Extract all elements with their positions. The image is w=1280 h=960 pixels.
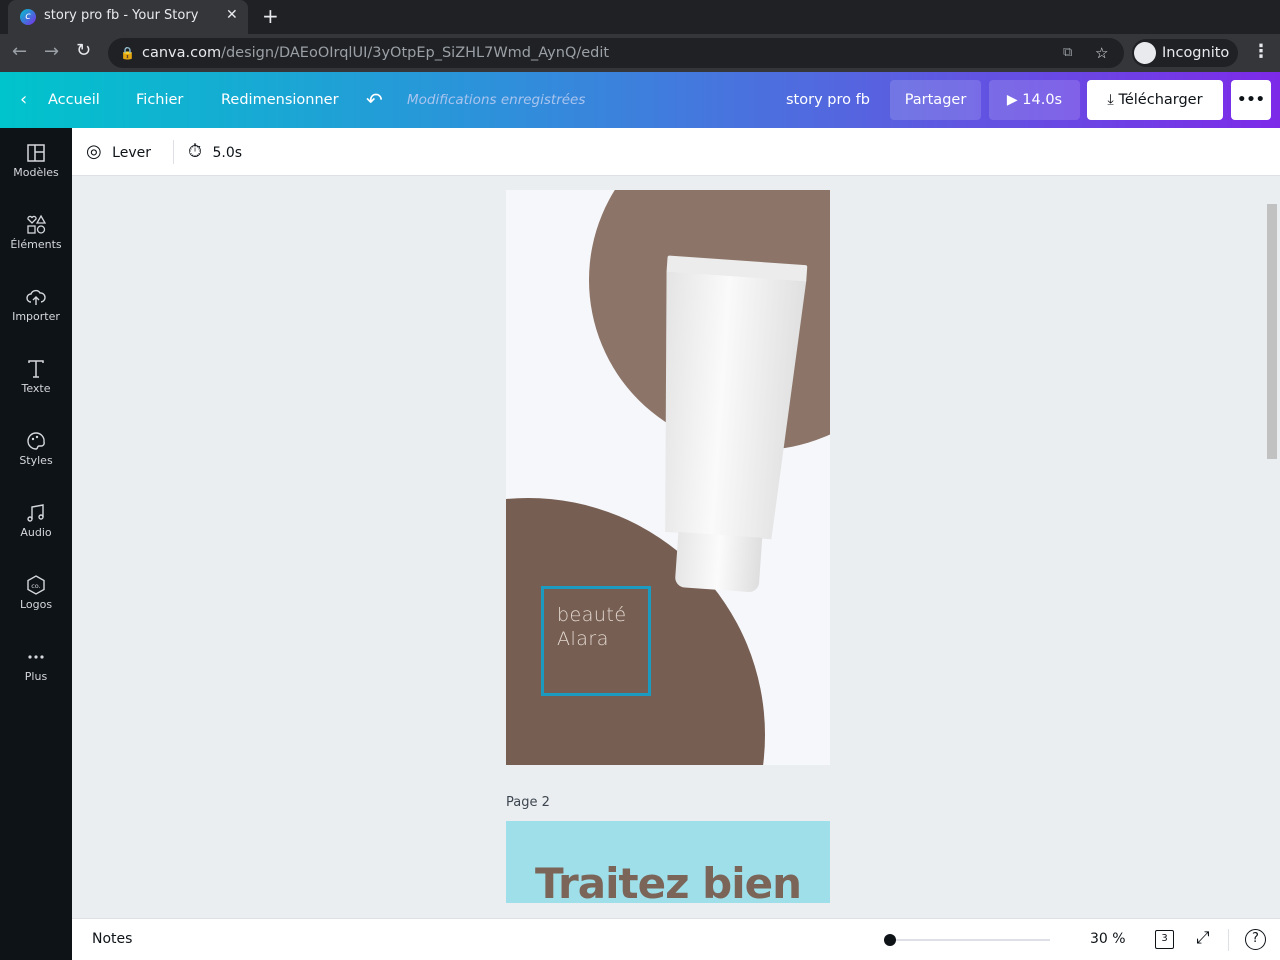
- download-label: Télécharger: [1118, 92, 1203, 108]
- side-panel: Modèles Éléments Importer Texte Styles A…: [0, 128, 72, 960]
- zoom-slider[interactable]: [884, 934, 1050, 946]
- home-link[interactable]: Accueil: [48, 72, 100, 128]
- play-icon: ▶: [1006, 92, 1018, 108]
- sidebar-item-text[interactable]: Texte: [0, 344, 72, 416]
- back-icon[interactable]: ←: [12, 41, 27, 62]
- sidebar-label: Audio: [20, 526, 52, 539]
- download-button[interactable]: ⤓ Télécharger: [1087, 80, 1223, 120]
- animation-button[interactable]: ◎ Lever: [86, 128, 151, 176]
- save-status: Modifications enregistrées: [407, 92, 586, 108]
- design-page-2[interactable]: Traitez bien: [506, 821, 830, 903]
- incognito-badge[interactable]: Incognito: [1132, 39, 1238, 67]
- undo-icon[interactable]: ↶: [366, 72, 383, 128]
- elements-icon: [27, 214, 47, 234]
- animation-icon: ◎: [86, 141, 102, 162]
- divider: [173, 140, 174, 164]
- sidebar-item-more[interactable]: Plus: [0, 632, 72, 704]
- music-icon: [27, 504, 44, 522]
- sidebar-label: Styles: [19, 454, 53, 467]
- more-icon: [28, 655, 44, 659]
- text-icon: [28, 360, 44, 378]
- browser-tab[interactable]: c story pro fb - Your Story ✕: [8, 0, 248, 34]
- incognito-label: Incognito: [1162, 45, 1230, 61]
- translate-icon[interactable]: ⧉: [1063, 38, 1072, 68]
- resize-menu[interactable]: Redimensionner: [221, 72, 339, 128]
- cream-tube-image[interactable]: [645, 255, 808, 595]
- file-menu[interactable]: Fichier: [136, 72, 183, 128]
- footer-bar: Notes 30 % 3 ⤢ ?: [72, 918, 1280, 960]
- address-bar-row: ← → ↻ 🔒 canva.com/design/DAEoOIrqlUI/3yO…: [0, 34, 1280, 72]
- design-title[interactable]: story pro fb: [786, 72, 870, 128]
- sidebar-label: Importer: [12, 310, 60, 323]
- sidebar-item-templates[interactable]: Modèles: [0, 128, 72, 200]
- sidebar-item-styles[interactable]: Styles: [0, 416, 72, 488]
- notes-button[interactable]: Notes: [92, 931, 132, 947]
- canva-favicon-icon: c: [20, 9, 36, 25]
- play-duration: 14.0s: [1022, 92, 1063, 108]
- brand-line-2: Alara: [557, 628, 609, 650]
- page-2-label: Page 2: [506, 795, 550, 810]
- vertical-scrollbar[interactable]: [1266, 176, 1280, 902]
- selected-text-box[interactable]: beauté Alara: [541, 586, 651, 696]
- sidebar-label: Modèles: [13, 166, 59, 179]
- url-input[interactable]: 🔒 canva.com/design/DAEoOIrqlUI/3yOtpEp_S…: [108, 38, 1124, 68]
- incognito-icon: [1134, 42, 1156, 64]
- upload-icon: [26, 289, 46, 305]
- design-page-1[interactable]: beauté Alara: [506, 190, 830, 765]
- horizontal-scrollbar[interactable]: [72, 903, 1266, 917]
- sidebar-item-upload[interactable]: Importer: [0, 272, 72, 344]
- lock-icon: 🔒: [120, 46, 135, 60]
- play-button[interactable]: ▶ 14.0s: [989, 80, 1080, 120]
- browser-menu-icon[interactable]: ⋮: [1252, 41, 1270, 62]
- duration-label: 5.0s: [212, 145, 243, 161]
- page-count-button[interactable]: 3: [1155, 930, 1174, 949]
- url-path: /design/DAEoOIrqlUI/3yOtpEp_SiZHL7Wmd_Ay…: [221, 45, 610, 61]
- logo-icon: co.: [27, 575, 45, 595]
- forward-icon[interactable]: →: [44, 41, 59, 62]
- sidebar-label: Texte: [21, 382, 51, 395]
- chevron-left-icon[interactable]: ‹: [20, 72, 27, 128]
- bookmark-star-icon[interactable]: ☆: [1095, 38, 1108, 68]
- more-options-icon[interactable]: •••: [1231, 80, 1271, 120]
- editor-header: ‹ Accueil Fichier Redimensionner ↶ Modif…: [0, 72, 1280, 128]
- context-toolbar: ◎ Lever ⏱ 5.0s: [72, 128, 1280, 176]
- zoom-level[interactable]: 30 %: [1090, 931, 1126, 947]
- sidebar-item-elements[interactable]: Éléments: [0, 200, 72, 272]
- download-icon: ⤓: [1107, 92, 1114, 108]
- duration-button[interactable]: ⏱ 5.0s: [188, 128, 242, 176]
- sidebar-item-logos[interactable]: co. Logos: [0, 560, 72, 632]
- sidebar-item-audio[interactable]: Audio: [0, 488, 72, 560]
- url-host: canva.com: [142, 45, 222, 61]
- templates-icon: [27, 144, 45, 162]
- help-icon[interactable]: ?: [1245, 929, 1266, 950]
- browser-tab-strip: c story pro fb - Your Story ✕ +: [0, 0, 1280, 34]
- palette-icon: [27, 432, 45, 450]
- sidebar-label: Logos: [19, 598, 53, 611]
- new-tab-icon[interactable]: +: [262, 4, 279, 28]
- sidebar-label: Plus: [24, 670, 48, 683]
- close-tab-icon[interactable]: ✕: [226, 7, 238, 23]
- reload-icon[interactable]: ↻: [76, 40, 91, 61]
- share-button[interactable]: Partager: [890, 80, 981, 120]
- divider: [1228, 929, 1229, 951]
- fullscreen-icon[interactable]: ⤢: [1196, 928, 1210, 948]
- timer-icon: ⏱: [188, 141, 203, 162]
- tab-title: story pro fb - Your Story: [44, 8, 199, 23]
- svg-text:co.: co.: [31, 582, 41, 590]
- zoom-slider-handle[interactable]: [884, 934, 896, 946]
- brand-line-1: beauté: [557, 604, 627, 626]
- animation-label: Lever: [112, 145, 151, 161]
- sidebar-label: Éléments: [10, 238, 62, 251]
- page-2-heading[interactable]: Traitez bien: [506, 859, 830, 903]
